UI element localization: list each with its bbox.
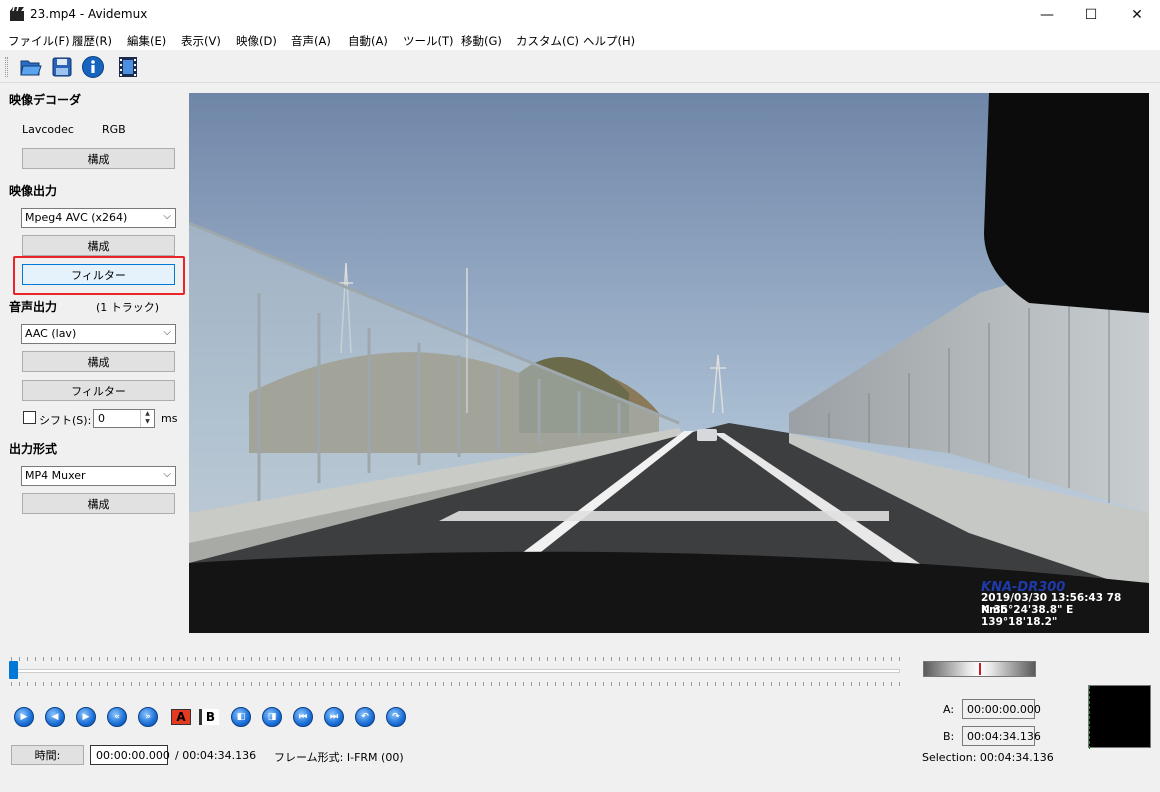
chevron-down-icon: ⌵ bbox=[163, 327, 171, 338]
muxer-select[interactable]: MP4 Muxer ⌵ bbox=[21, 466, 176, 486]
timeline-ticks-top bbox=[11, 657, 900, 661]
muxer-configure-button[interactable]: 構成 bbox=[22, 493, 175, 514]
first-frame-icon[interactable]: ↶ bbox=[355, 707, 375, 727]
output-format-title: 出力形式 bbox=[9, 442, 58, 456]
jog-shuttle[interactable] bbox=[923, 661, 1036, 677]
menu-go[interactable]: 移動(G) bbox=[461, 33, 502, 49]
go-to-marker-b-icon[interactable]: ⏭ bbox=[324, 707, 344, 727]
video-decoder-title: 映像デコーダ bbox=[9, 93, 82, 107]
menu-audio[interactable]: 音声(A) bbox=[291, 33, 331, 49]
timeline-slider[interactable] bbox=[11, 669, 900, 673]
minimize-button[interactable]: — bbox=[1024, 0, 1070, 30]
open-folder-icon[interactable] bbox=[19, 55, 43, 79]
marker-b-label: B: bbox=[943, 730, 955, 743]
menu-tools[interactable]: ツール(T) bbox=[403, 33, 454, 49]
set-marker-b-icon[interactable]: B bbox=[199, 709, 219, 725]
info-icon[interactable] bbox=[81, 55, 105, 79]
audio-filters-button[interactable]: フィルター bbox=[22, 380, 175, 401]
menu-view[interactable]: 表示(V) bbox=[181, 33, 221, 49]
menu-auto[interactable]: 自動(A) bbox=[348, 33, 388, 49]
menu-file[interactable]: ファイル(F) bbox=[8, 33, 70, 49]
next-black-icon[interactable]: ◨ bbox=[262, 707, 282, 727]
set-marker-a-icon[interactable]: A bbox=[171, 709, 191, 725]
audio-codec-value: AAC (lav) bbox=[25, 327, 77, 340]
menu-help[interactable]: ヘルプ(H) bbox=[583, 33, 635, 49]
audio-configure-button[interactable]: 構成 bbox=[22, 351, 175, 372]
video-configure-button[interactable]: 構成 bbox=[22, 235, 175, 256]
video-output-title: 映像出力 bbox=[9, 184, 58, 198]
frame-type: フレーム形式: I-FRM (00) bbox=[274, 751, 404, 764]
timeline-ticks-bottom bbox=[11, 682, 900, 686]
video-codec-value: Mpeg4 AVC (x264) bbox=[25, 211, 128, 224]
avidemux-app-icon bbox=[10, 6, 24, 21]
time-button[interactable]: 時間: bbox=[11, 745, 84, 765]
previous-frame-icon[interactable]: ◀ bbox=[45, 707, 65, 727]
osd-gps: N 35°24'38.8" E 139°18'18.2" bbox=[981, 604, 1074, 628]
volume-meter-bar bbox=[1089, 686, 1092, 749]
toolbar bbox=[0, 51, 1160, 83]
spin-arrows-icon[interactable]: ▲ ▼ bbox=[140, 410, 154, 427]
decoder-codec: Lavcodec bbox=[22, 123, 74, 136]
audio-codec-select[interactable]: AAC (lav) ⌵ bbox=[21, 324, 176, 344]
shift-label: シフト(S): bbox=[39, 414, 92, 427]
title-bar: 23.mp4 - Avidemux — ☐ ✕ bbox=[0, 0, 1160, 30]
video-preview: KNA-DR300 2019/03/30 13:56:43 78 Kmh N 3… bbox=[189, 93, 1149, 633]
window-title: 23.mp4 - Avidemux bbox=[30, 7, 148, 21]
maximize-button[interactable]: ☐ bbox=[1068, 0, 1114, 30]
previous-keyframe-icon[interactable]: « bbox=[107, 707, 127, 727]
decoder-format: RGB bbox=[102, 123, 126, 136]
total-duration: / 00:04:34.136 bbox=[175, 749, 257, 762]
muxer-value: MP4 Muxer bbox=[25, 469, 86, 482]
video-codec-select[interactable]: Mpeg4 AVC (x264) ⌵ bbox=[21, 208, 176, 228]
shift-unit: ms bbox=[161, 412, 178, 425]
decoder-configure-button[interactable]: 構成 bbox=[22, 148, 175, 169]
previous-black-icon[interactable]: ◧ bbox=[231, 707, 251, 727]
menu-bar: ファイル(F) 履歴(R) 編集(E) 表示(V) 映像(D) 音声(A) 自動… bbox=[0, 30, 1160, 50]
shift-value: 0 bbox=[98, 412, 105, 425]
marker-a-value: 00:00:00.000 bbox=[962, 699, 1041, 719]
film-icon[interactable] bbox=[116, 55, 140, 79]
timeline-slider-thumb[interactable] bbox=[9, 661, 18, 679]
chevron-down-icon: ⌵ bbox=[163, 469, 171, 480]
menu-recent[interactable]: 履歴(R) bbox=[72, 33, 112, 49]
next-keyframe-icon[interactable]: » bbox=[138, 707, 158, 727]
audio-output-title: 音声出力 bbox=[9, 300, 58, 314]
menu-custom[interactable]: カスタム(C) bbox=[516, 33, 579, 49]
filters-highlight-box bbox=[13, 256, 185, 295]
shift-spinbox[interactable]: 0 ▲ ▼ bbox=[93, 409, 155, 428]
menu-edit[interactable]: 編集(E) bbox=[127, 33, 166, 49]
menu-video[interactable]: 映像(D) bbox=[236, 33, 277, 49]
close-button[interactable]: ✕ bbox=[1114, 0, 1160, 30]
selection-duration: Selection: 00:04:34.136 bbox=[922, 751, 1054, 764]
toolbar-grip[interactable] bbox=[5, 57, 8, 77]
marker-b-value: 00:04:34.136 bbox=[962, 726, 1041, 746]
last-frame-icon[interactable]: ↷ bbox=[386, 707, 406, 727]
chevron-down-icon: ⌵ bbox=[163, 211, 171, 222]
current-time-input[interactable]: 00:00:00.000 bbox=[90, 745, 170, 765]
save-disk-icon[interactable] bbox=[50, 55, 74, 79]
audio-track-count: (1 トラック) bbox=[96, 301, 160, 314]
marker-a-label: A: bbox=[943, 703, 955, 716]
next-frame-icon[interactable]: ▶ bbox=[76, 707, 96, 727]
dashcam-frame-image bbox=[189, 93, 1149, 633]
volume-meter bbox=[1088, 685, 1151, 749]
go-to-marker-a-icon[interactable]: ⏮ bbox=[293, 707, 313, 727]
shift-checkbox[interactable] bbox=[23, 411, 36, 424]
jog-center-mark bbox=[979, 663, 981, 675]
play-icon[interactable]: ▶ bbox=[14, 707, 34, 727]
